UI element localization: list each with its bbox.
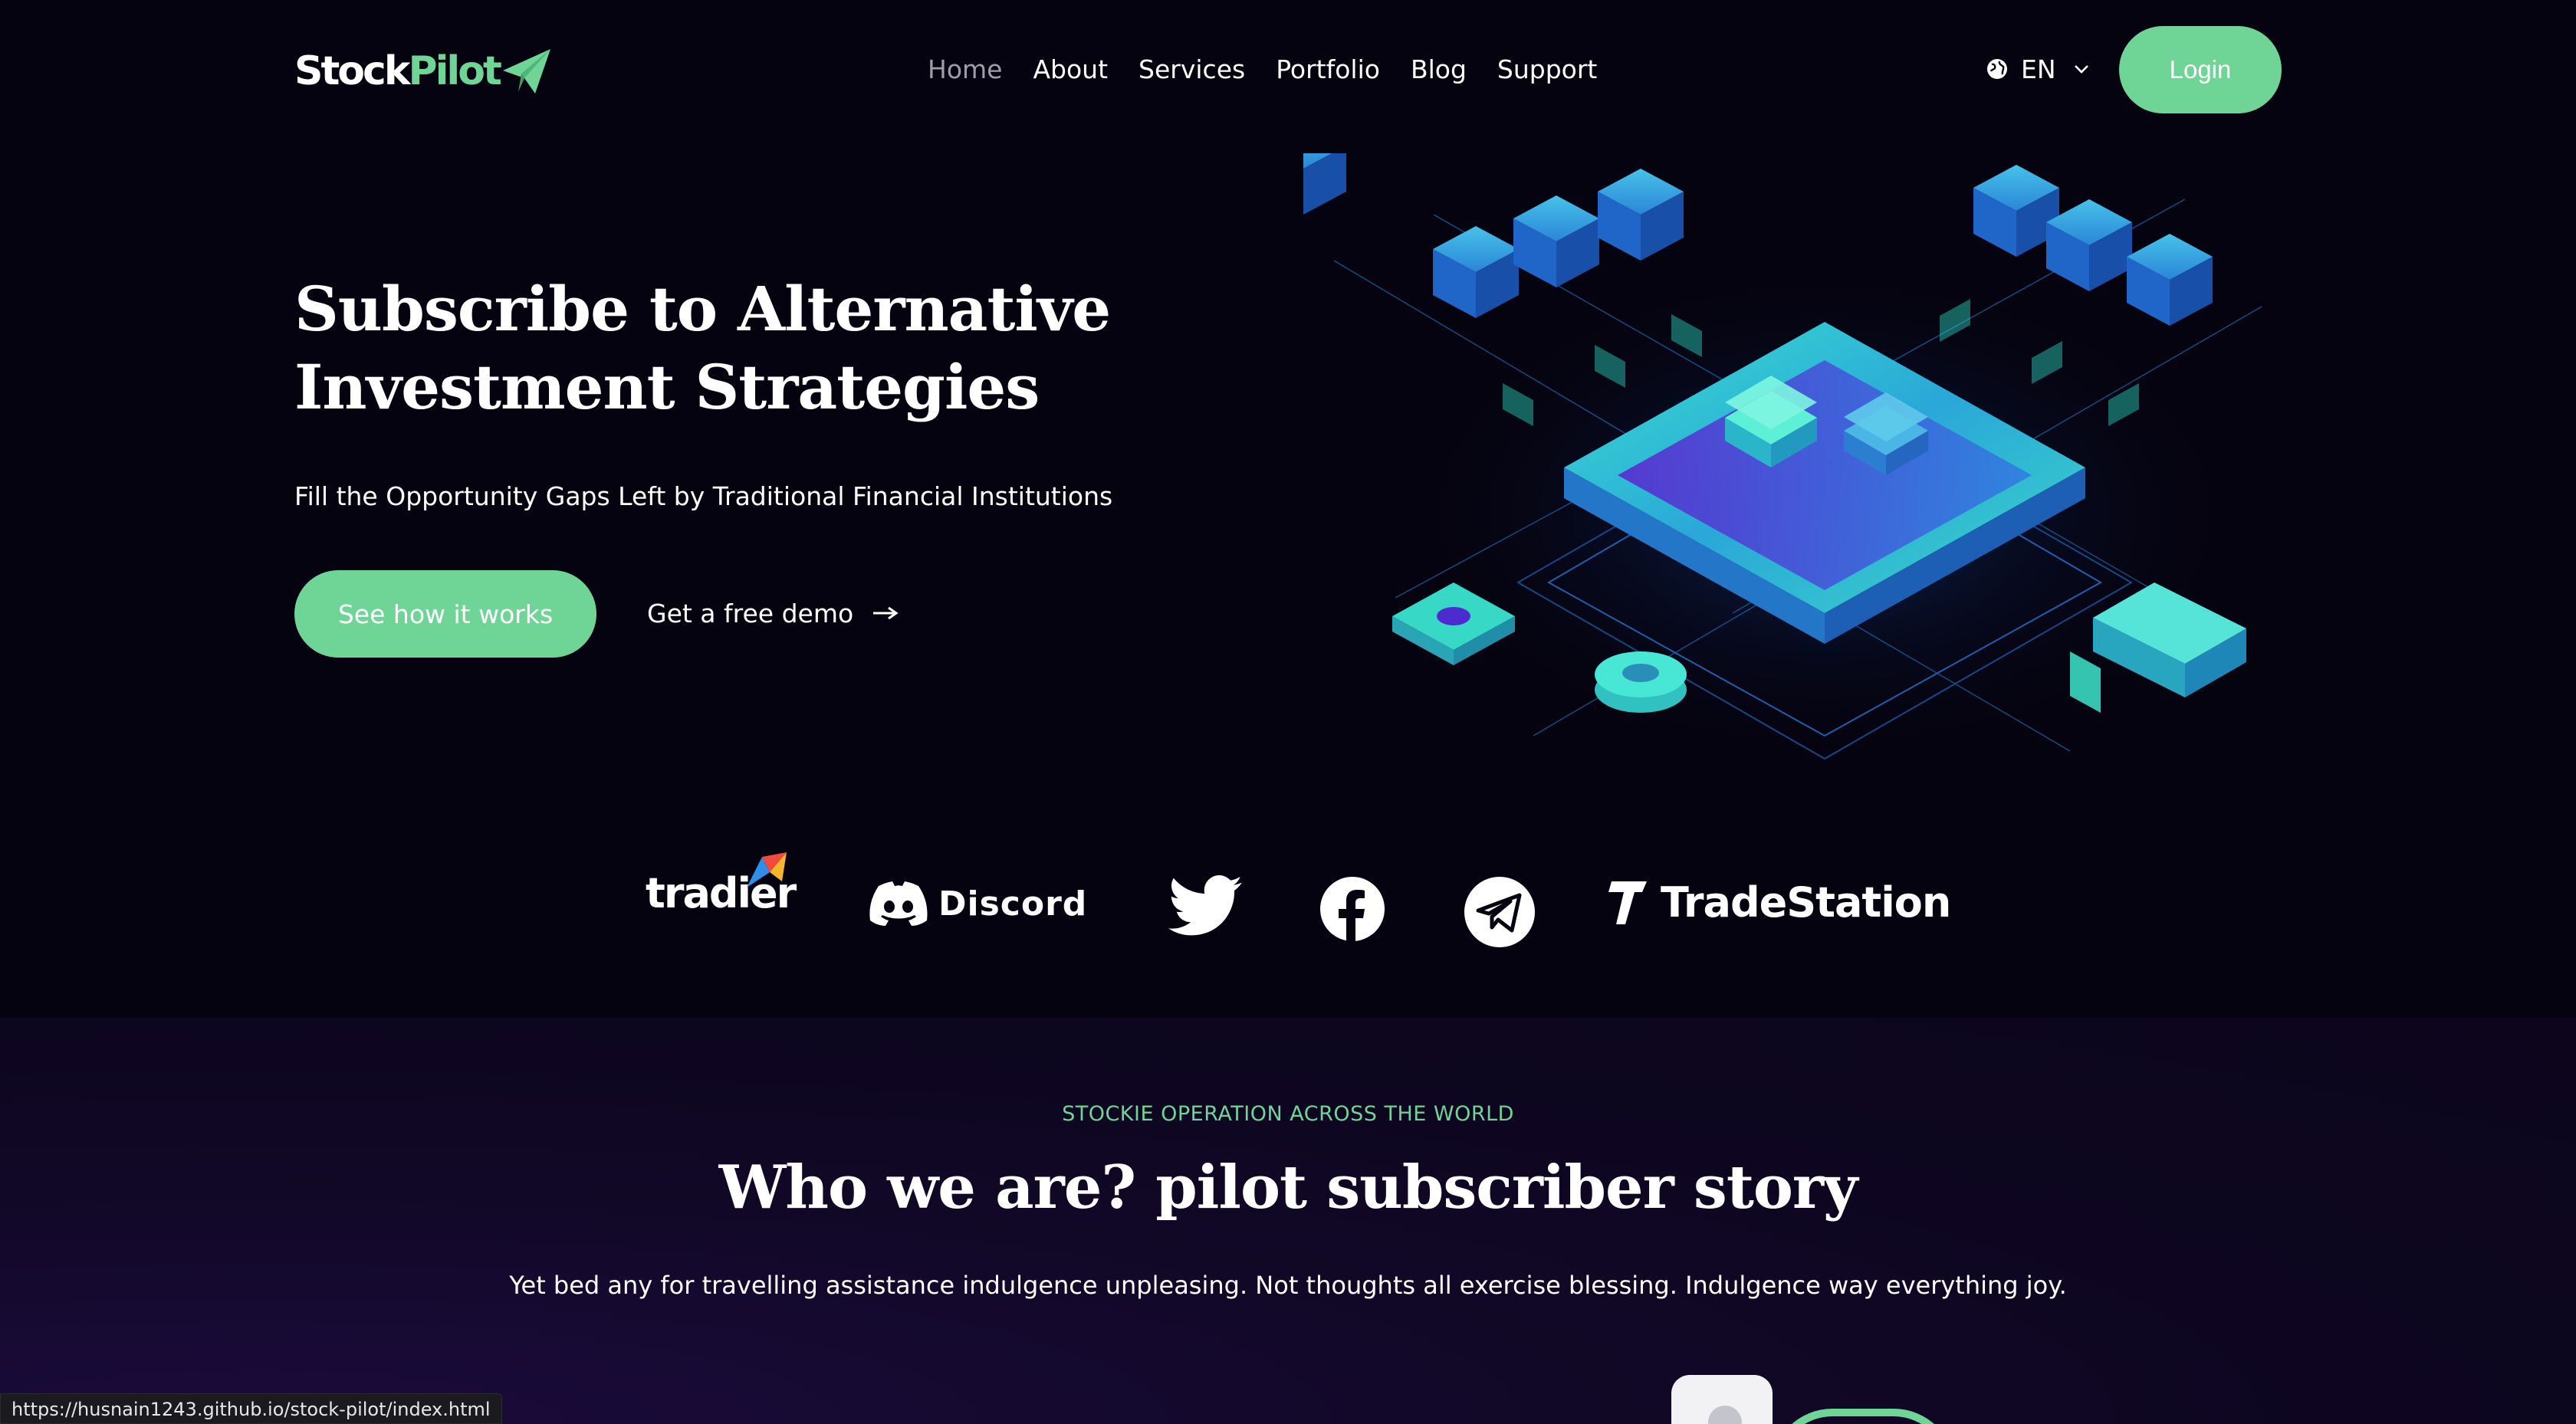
blockchain-illustration [1303, 153, 2262, 766]
site-header: StockPilot Home About Services Portfolio… [0, 0, 2576, 141]
telegram-icon [1464, 877, 1535, 947]
globe-icon [1987, 59, 2007, 79]
see-how-it-works-button[interactable]: See how it works [294, 570, 596, 658]
twitter-icon [1168, 875, 1242, 936]
partner-twitter[interactable] [1168, 875, 1242, 937]
status-bar-url: https://husnain1243.github.io/stock-pilo… [0, 1393, 502, 1424]
free-demo-label: Get a free demo [647, 598, 854, 628]
discord-wordmark: Discord [938, 884, 1088, 924]
partner-telegram[interactable] [1463, 875, 1536, 949]
nav-support[interactable]: Support [1497, 51, 1597, 89]
discord-icon [869, 881, 928, 926]
nav-portfolio[interactable]: Portfolio [1276, 51, 1380, 89]
facebook-icon [1320, 877, 1385, 941]
hero-section: StockPilot Home About Services Portfolio… [0, 0, 2576, 1018]
logo[interactable]: StockPilot [294, 44, 552, 98]
partner-discord[interactable]: Discord [869, 881, 1087, 926]
main-nav: Home About Services Portfolio Blog Suppo… [928, 51, 1597, 89]
decorative-arc [1771, 1409, 1955, 1424]
login-button[interactable]: Login [2119, 26, 2282, 113]
tradestation-wordmark: TradeStation [1661, 878, 1951, 927]
arrow-right-icon [873, 606, 899, 620]
hero-subtitle: Fill the Opportunity Gaps Left by Tradit… [294, 481, 1113, 511]
language-selector[interactable]: EN [1986, 49, 2090, 89]
section-eyebrow: STOCKIE OPERATION ACROSS THE WORLD [1062, 1102, 1514, 1126]
paper-plane-icon [502, 49, 550, 94]
section-title: Who we are? pilot subscriber story [718, 1153, 1858, 1222]
nav-home[interactable]: Home [928, 51, 1002, 89]
nav-services[interactable]: Services [1138, 51, 1245, 89]
chevron-down-icon [2074, 65, 2088, 74]
partner-facebook[interactable] [1319, 875, 1386, 943]
partner-logos: tradier Discord TradeStation [0, 852, 2576, 958]
about-section: STOCKIE OPERATION ACROSS THE WORLD Who w… [0, 1018, 2576, 1424]
tradestation-icon [1608, 881, 1647, 924]
language-code: EN [2021, 54, 2056, 84]
hero-title: Subscribe to Alternative Investment Stra… [294, 273, 1111, 423]
nav-blog[interactable]: Blog [1411, 51, 1467, 89]
free-demo-link[interactable]: Get a free demo [647, 592, 899, 635]
tradier-icon [747, 852, 787, 888]
partner-tradier[interactable]: tradier [646, 852, 797, 917]
logo-wordmark: StockPilot [294, 48, 502, 94]
partner-tradestation[interactable]: TradeStation [1608, 877, 1951, 927]
nav-about[interactable]: About [1033, 51, 1108, 89]
section-description: Yet bed any for travelling assistance in… [509, 1271, 2067, 1300]
